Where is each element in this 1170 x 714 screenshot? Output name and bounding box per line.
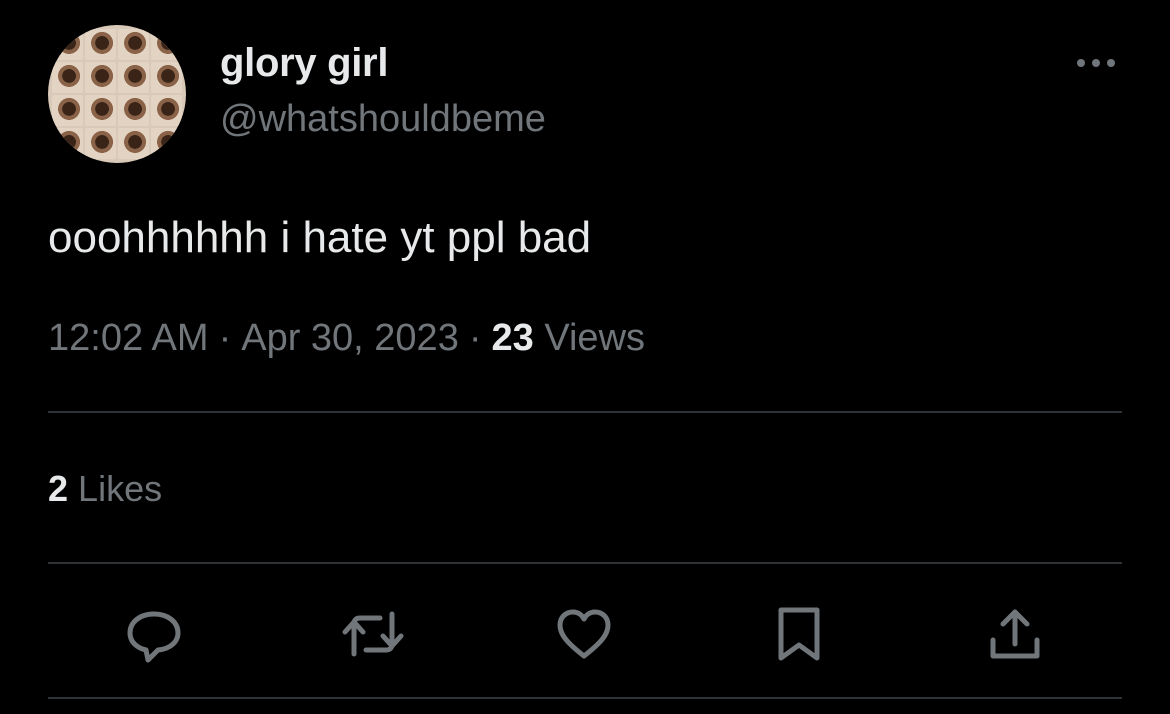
avatar-photo-tile <box>151 95 182 126</box>
divider <box>48 411 1122 413</box>
meta-separator: · <box>468 317 482 359</box>
more-options-button[interactable] <box>1074 46 1118 76</box>
avatar-photo-tile <box>151 62 182 93</box>
meta-separator: · <box>218 317 232 359</box>
divider <box>48 697 1122 699</box>
avatar-photo-tile <box>118 62 149 93</box>
author-display-name[interactable]: glory girl <box>220 38 388 88</box>
views-label: Views <box>544 317 646 359</box>
tweet-text: ooohhhhhh i hate yt ppl bad <box>48 213 592 262</box>
author-handle[interactable]: @whatshouldbeme <box>220 96 546 142</box>
avatar-photo-tile <box>151 128 182 159</box>
avatar-photo-tile <box>118 95 149 126</box>
likes-stat[interactable]: 2 Likes <box>48 466 162 512</box>
avatar-photo-tile <box>52 95 83 126</box>
avatar-photo-tile <box>118 29 149 60</box>
like-button[interactable] <box>556 604 612 664</box>
reply-button[interactable] <box>126 604 182 664</box>
avatar-photo-tile <box>52 62 83 93</box>
avatar[interactable] <box>48 25 186 163</box>
avatar-photo-tile <box>151 29 182 60</box>
views-count: 23 <box>491 317 534 359</box>
share-upload-icon <box>990 609 1040 659</box>
tweet-date[interactable]: Apr 30, 2023 <box>241 317 459 359</box>
avatar-photo-tile <box>85 62 116 93</box>
likes-label: Likes <box>78 468 163 509</box>
retweet-arrows-icon <box>342 611 404 657</box>
avatar-photo-tile <box>52 29 83 60</box>
speech-bubble-icon <box>127 611 181 663</box>
retweet-button[interactable] <box>342 604 404 664</box>
avatar-photo-tile <box>52 128 83 159</box>
avatar-photo-tile <box>118 128 149 159</box>
divider <box>48 562 1122 564</box>
tweet-time[interactable]: 12:02 AM <box>48 317 209 359</box>
avatar-photo-tile <box>85 95 116 126</box>
avatar-photo-tile <box>85 29 116 60</box>
heart-icon <box>557 609 611 659</box>
likes-count: 2 <box>48 468 69 509</box>
bookmark-icon <box>778 607 820 661</box>
avatar-photo-tile <box>85 128 116 159</box>
more-dots-icon <box>1077 59 1115 67</box>
share-button[interactable] <box>988 604 1042 664</box>
tweet-meta: 12:02 AM · Apr 30, 2023 · 23 Views <box>48 314 645 362</box>
bookmark-button[interactable] <box>774 604 824 664</box>
